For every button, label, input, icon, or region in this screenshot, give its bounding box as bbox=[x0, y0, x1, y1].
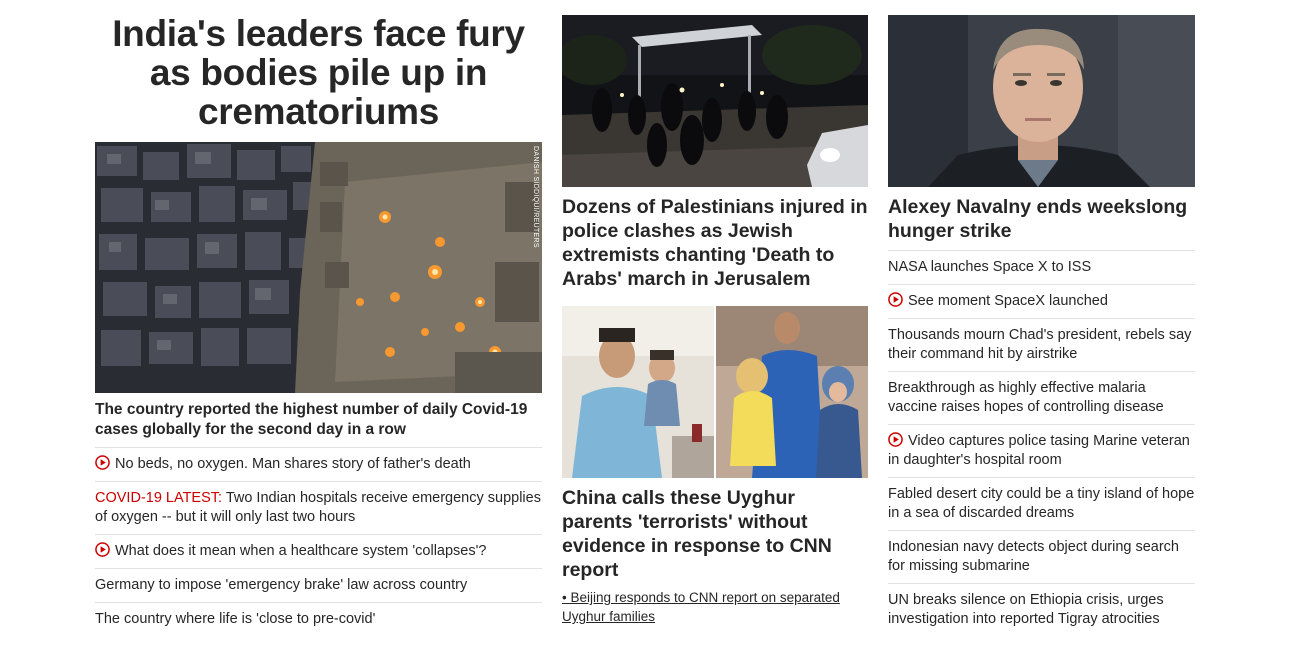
list-item[interactable]: Thousands mourn Chad's president, rebels… bbox=[888, 319, 1195, 372]
list-item[interactable]: UN breaks silence on Ethiopia crisis, ur… bbox=[888, 584, 1195, 636]
photo-credit: DANISH SIDDIQUI/REUTERS bbox=[532, 146, 539, 248]
navalny-portrait-illustration bbox=[888, 15, 1195, 187]
list-item-text: Germany to impose 'emergency brake' law … bbox=[95, 577, 468, 593]
list-item[interactable]: Video captures police tasing Marine vete… bbox=[888, 425, 1195, 478]
list-item-text: NASA launches Space X to ISS bbox=[888, 259, 1092, 275]
play-video-icon bbox=[95, 455, 110, 470]
uyghur-families-image[interactable] bbox=[562, 306, 868, 478]
uyghur-families-illustration bbox=[562, 306, 868, 478]
list-item-text: Indonesian navy detects object during se… bbox=[888, 539, 1179, 574]
list-item[interactable]: What does it mean when a healthcare syst… bbox=[95, 535, 542, 569]
list-item-text: See moment SpaceX launched bbox=[908, 293, 1108, 309]
play-video-icon bbox=[95, 542, 110, 557]
list-item-text: Breakthrough as highly effective malaria… bbox=[888, 380, 1164, 415]
list-item[interactable]: The country where life is 'close to pre-… bbox=[95, 603, 542, 636]
list-item[interactable]: COVID-19 LATEST: Two Indian hospitals re… bbox=[95, 482, 542, 535]
middle-column: Dozens of Palestinians injured in police… bbox=[562, 0, 868, 626]
list-item-text: Video captures police tasing Marine vete… bbox=[888, 433, 1190, 468]
beijing-responds-link[interactable]: • Beijing responds to CNN report on sepa… bbox=[562, 588, 868, 626]
covid-subheadline[interactable]: The country reported the highest number … bbox=[95, 400, 542, 448]
list-item-text: Thousands mourn Chad's president, rebels… bbox=[888, 327, 1192, 362]
list-item[interactable]: See moment SpaceX launched bbox=[888, 285, 1195, 319]
list-item-text: No beds, no oxygen. Man shares story of … bbox=[115, 456, 471, 472]
list-item-text: Fabled desert city could be a tiny islan… bbox=[888, 486, 1195, 521]
list-item-text: The country where life is 'close to pre-… bbox=[95, 611, 376, 627]
list-item-text: UN breaks silence on Ethiopia crisis, ur… bbox=[888, 592, 1164, 627]
crematorium-aerial-illustration bbox=[95, 142, 542, 393]
right-link-list: NASA launches Space X to ISS See moment … bbox=[888, 251, 1195, 636]
uyghur-headline[interactable]: China calls these Uyghur parents 'terror… bbox=[562, 486, 868, 582]
list-item[interactable]: NASA launches Space X to ISS bbox=[888, 251, 1195, 285]
crematorium-aerial-image[interactable]: DANISH SIDDIQUI/REUTERS bbox=[95, 142, 542, 393]
list-item[interactable]: Fabled desert city could be a tiny islan… bbox=[888, 478, 1195, 531]
list-item[interactable]: No beds, no oxygen. Man shares story of … bbox=[95, 448, 542, 482]
night-street-clashes-illustration bbox=[562, 15, 868, 187]
list-item[interactable]: Breakthrough as highly effective malaria… bbox=[888, 372, 1195, 425]
play-video-icon bbox=[888, 292, 903, 307]
covid-latest-label: COVID-19 LATEST: bbox=[95, 490, 223, 506]
right-column: Alexey Navalny ends weekslong hunger str… bbox=[888, 0, 1195, 636]
jerusalem-clashes-headline[interactable]: Dozens of Palestinians injured in police… bbox=[562, 195, 868, 291]
list-item[interactable]: Indonesian navy detects object during se… bbox=[888, 531, 1195, 584]
left-column: India's leaders face fury as bodies pile… bbox=[95, 0, 542, 636]
main-headline[interactable]: India's leaders face fury as bodies pile… bbox=[95, 14, 542, 142]
navalny-image[interactable] bbox=[888, 15, 1195, 187]
jerusalem-clashes-image[interactable] bbox=[562, 15, 868, 187]
play-video-icon bbox=[888, 432, 903, 447]
navalny-headline[interactable]: Alexey Navalny ends weekslong hunger str… bbox=[888, 195, 1195, 251]
list-item-text: What does it mean when a healthcare syst… bbox=[115, 543, 487, 559]
list-item[interactable]: Germany to impose 'emergency brake' law … bbox=[95, 569, 542, 603]
left-link-list: No beds, no oxygen. Man shares story of … bbox=[95, 448, 542, 636]
